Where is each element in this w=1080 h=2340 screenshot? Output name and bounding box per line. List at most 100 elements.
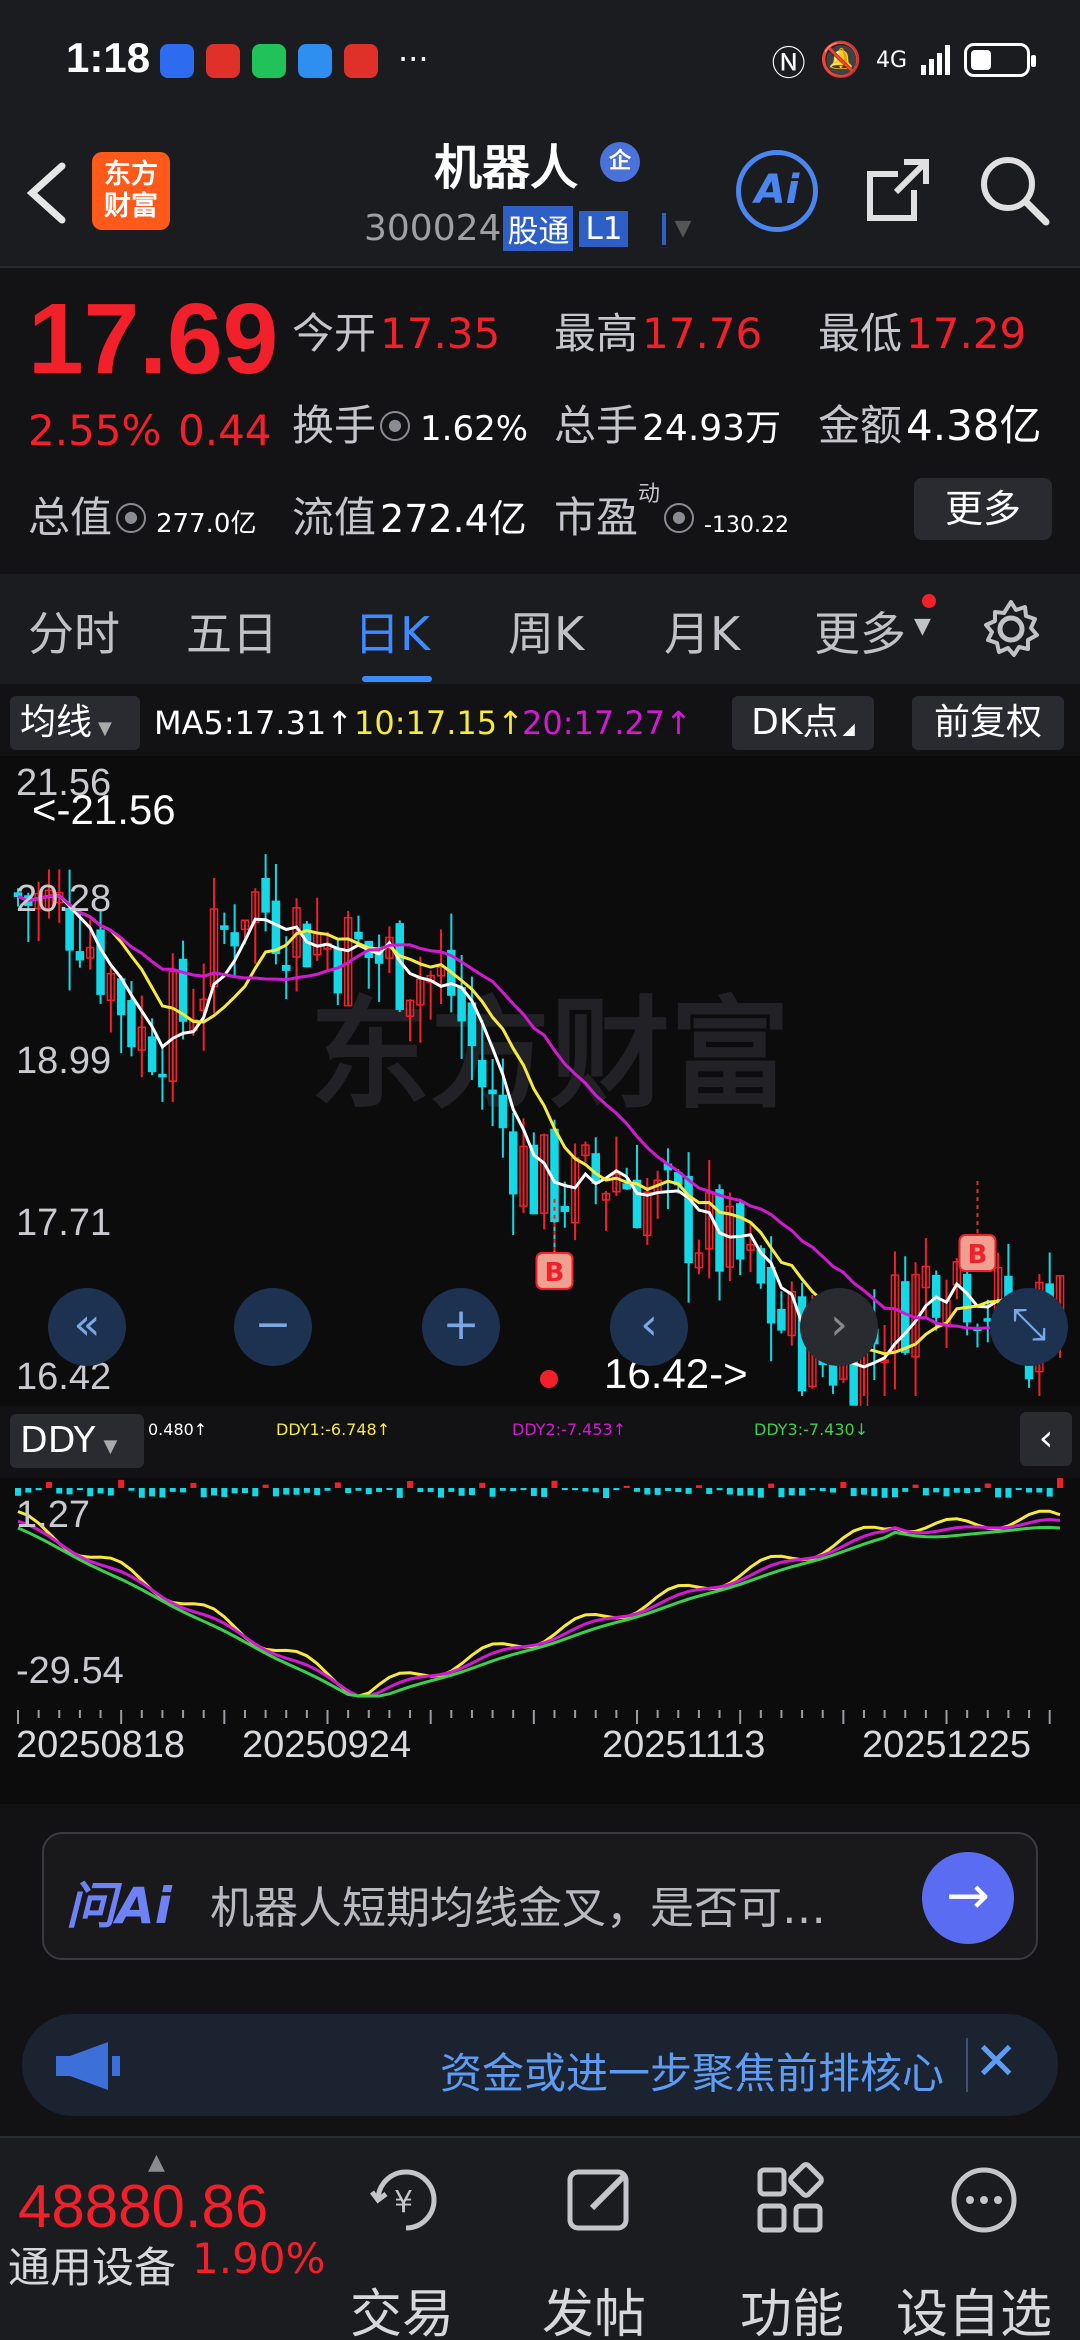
candle: [498, 1094, 508, 1129]
arrow-right-icon[interactable]: →: [922, 1852, 1014, 1944]
ddy-bar: [551, 1480, 558, 1488]
news-banner[interactable]: 资金或进一步聚焦前排核心 ✕: [22, 2014, 1058, 2116]
ddy-bar: [437, 1488, 444, 1498]
function-grid-icon[interactable]: [752, 2162, 828, 2238]
ddy-bar: [613, 1488, 620, 1491]
step-left-icon[interactable]: ‹: [610, 1288, 688, 1366]
nfc-icon: Ⓝ: [771, 43, 806, 84]
ma20-value: 20:17.27↑: [522, 704, 692, 742]
eye-icon: ●: [664, 502, 695, 533]
share-icon[interactable]: [860, 152, 936, 228]
edit-post-icon[interactable]: [562, 2162, 638, 2238]
ma-select[interactable]: 均线 ▼: [10, 696, 140, 750]
ddy-chart[interactable]: [0, 1478, 1080, 1710]
open-field: 今开17.35: [292, 309, 501, 358]
tab-5day[interactable]: 五日: [186, 598, 278, 664]
tab-monthly-k[interactable]: 月K: [664, 598, 740, 664]
buy-signal-label: B: [968, 1240, 988, 1270]
nav-trade[interactable]: 交易: [350, 2272, 454, 2340]
buy-signal-label: B: [545, 1258, 565, 1288]
app-notification-icon: [206, 44, 240, 78]
tab-daily-k[interactable]: 日K: [354, 598, 430, 664]
ddy-bar: [417, 1488, 424, 1492]
ddy-bar: [386, 1488, 393, 1491]
ddy-bar: [118, 1479, 125, 1488]
ddy-bar: [211, 1488, 218, 1496]
zoom-out-icon[interactable]: −: [234, 1288, 312, 1366]
enterprise-badge[interactable]: 企: [600, 142, 640, 182]
ddy3-value: DDY3:-7.430↓: [754, 1420, 869, 1439]
ddy-bar: [654, 1488, 661, 1495]
ddy-bar: [149, 1488, 156, 1497]
ddy-bar: [355, 1488, 362, 1491]
ddy-bar: [180, 1488, 187, 1493]
ai-button[interactable]: Ai: [736, 150, 818, 232]
ddy-bar: [582, 1488, 589, 1492]
ddy-bar: [479, 1482, 486, 1488]
tab-more[interactable]: 更多: [814, 598, 906, 664]
ddy-bar: [984, 1483, 991, 1488]
ddy-bar: [252, 1488, 259, 1497]
zoom-in-icon[interactable]: +: [422, 1288, 500, 1366]
candle: [777, 1308, 786, 1331]
chevron-down-icon: ▼: [914, 614, 931, 639]
adjust-button[interactable]: 前复权: [912, 696, 1064, 750]
ddy-bar: [221, 1488, 228, 1497]
settings-gear-icon[interactable]: [980, 598, 1042, 660]
ask-ai-box[interactable]: 问Ai 机器人短期均线金叉，是否可… →: [42, 1832, 1038, 1960]
fullscreen-icon[interactable]: ⤡: [990, 1288, 1068, 1366]
candle: [684, 1175, 693, 1264]
ddy-bar: [138, 1488, 145, 1498]
nav-watchlist[interactable]: 设自选: [896, 2272, 1052, 2340]
date-axis: 20250818 20250924 20251113 20251225: [0, 1710, 1080, 1804]
step-right-icon[interactable]: ›: [800, 1288, 878, 1366]
index-value[interactable]: 48880.86: [18, 2172, 268, 2241]
nav-post[interactable]: 发帖: [542, 2272, 646, 2340]
ddy-value: 0.480↑: [148, 1420, 208, 1439]
low-field: 最低17.29: [818, 309, 1027, 358]
ddy-bar: [541, 1488, 548, 1497]
ddy-bar: [293, 1488, 300, 1495]
ddy-bar: [262, 1484, 269, 1488]
ddy-bar: [695, 1485, 702, 1488]
candle: [127, 999, 136, 1048]
date-label: 20250924: [242, 1724, 412, 1766]
kline-chart[interactable]: 东方财富 B B: [0, 756, 1080, 1406]
tab-weekly-k[interactable]: 周K: [508, 598, 584, 664]
mktcap-field[interactable]: 总值 ● 277.0亿: [28, 484, 256, 545]
ddy-bar: [169, 1488, 176, 1492]
more-button[interactable]: 更多: [914, 478, 1052, 540]
ddy-bar: [128, 1488, 135, 1491]
search-icon[interactable]: [976, 152, 1052, 228]
ddy-bar: [376, 1488, 383, 1492]
collapse-icon[interactable]: ‹: [1020, 1412, 1072, 1466]
turnover-field[interactable]: 换手 ● 1.62%: [292, 392, 528, 453]
ddy-bar: [974, 1488, 981, 1492]
nav-function[interactable]: 功能: [740, 2272, 844, 2340]
ddy-bar: [788, 1488, 795, 1496]
ddy-bar: [448, 1488, 455, 1492]
ddy-bar: [1046, 1488, 1053, 1497]
ddy-bar: [902, 1488, 909, 1492]
ddy-select[interactable]: DDY ▼: [10, 1414, 144, 1468]
ddy-bar: [468, 1488, 475, 1496]
ddy-bar: [644, 1488, 651, 1495]
close-icon[interactable]: ✕: [974, 2032, 1018, 2092]
ddy-bar: [190, 1482, 197, 1488]
active-tab-indicator: [362, 676, 432, 682]
watermark: 东方财富: [310, 986, 790, 1125]
ddy-bar: [603, 1488, 610, 1498]
dk-point-button[interactable]: DK点 ◢: [732, 696, 874, 750]
ddy-bar: [995, 1488, 1002, 1498]
candle: [75, 951, 85, 961]
ddy-bar: [592, 1488, 599, 1493]
scroll-left-icon[interactable]: «: [48, 1288, 126, 1366]
trade-yen-icon[interactable]: ¥: [368, 2162, 444, 2238]
more-dots-icon[interactable]: [946, 2162, 1022, 2238]
pe-field[interactable]: 市盈动● -130.22: [554, 482, 789, 545]
ddy-bar: [922, 1488, 929, 1496]
back-icon[interactable]: [18, 158, 74, 228]
candle: [508, 1131, 518, 1195]
chevron-down-icon: ▼: [98, 718, 112, 739]
tab-timeshare[interactable]: 分时: [28, 598, 120, 664]
